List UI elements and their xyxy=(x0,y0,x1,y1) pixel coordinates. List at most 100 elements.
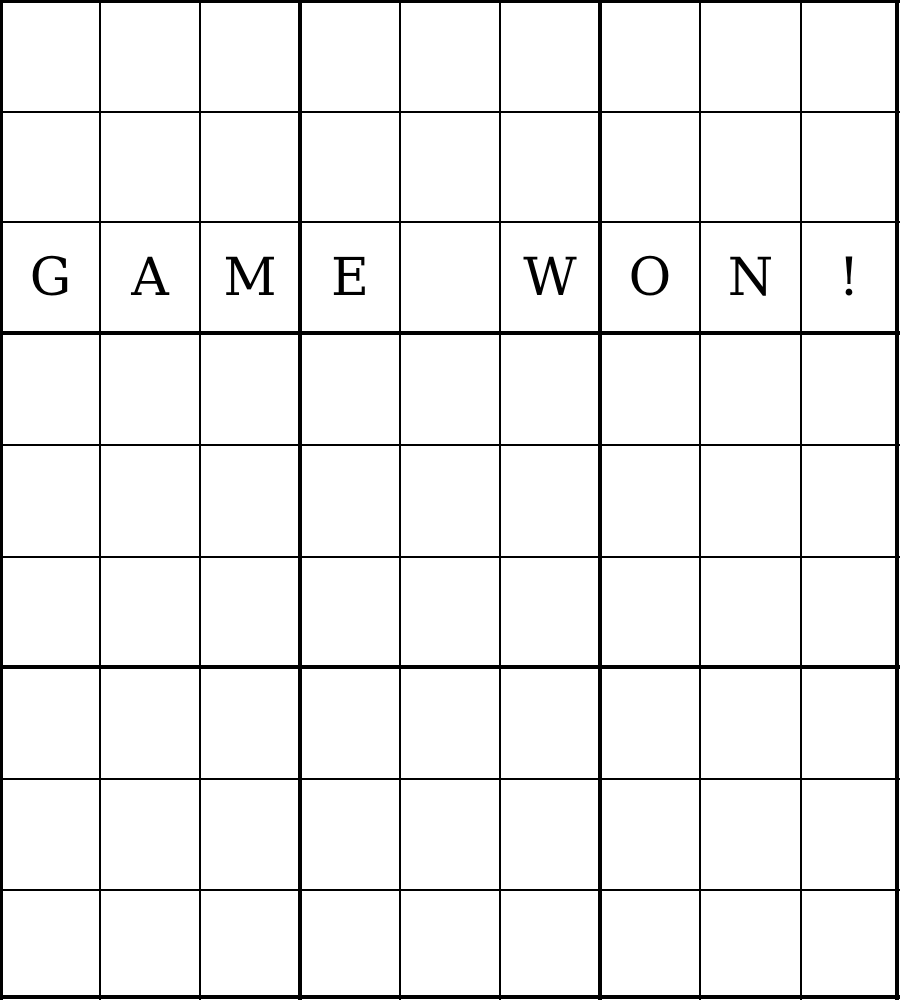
cell-r9c3[interactable] xyxy=(200,890,300,997)
box-divider-horizontal xyxy=(0,331,900,335)
cell-r5c7[interactable] xyxy=(600,445,700,557)
cell-r6c8[interactable] xyxy=(700,557,801,667)
cell-r4c8[interactable] xyxy=(700,333,801,445)
cell-r2c3[interactable] xyxy=(200,112,300,222)
cell-r9c1[interactable] xyxy=(1,890,100,997)
cell-r8c9[interactable] xyxy=(801,779,897,890)
cell-r6c1[interactable] xyxy=(1,557,100,667)
cell-divider-horizontal xyxy=(0,889,900,891)
cell-r5c1[interactable] xyxy=(1,445,100,557)
sudoku-board: G A M E W O N! xyxy=(0,0,900,1000)
cell-r3c9[interactable]: ! xyxy=(801,222,897,333)
cell-r4c7[interactable] xyxy=(600,333,700,445)
cell-r9c4[interactable] xyxy=(300,890,400,997)
cell-divider-vertical xyxy=(699,0,701,1000)
cell-r9c7[interactable] xyxy=(600,890,700,997)
cell-r2c9[interactable] xyxy=(801,112,897,222)
cell-r7c6[interactable] xyxy=(500,667,600,779)
cell-r5c6[interactable] xyxy=(500,445,600,557)
cell-r5c3[interactable] xyxy=(200,445,300,557)
cell-r9c8[interactable] xyxy=(700,890,801,997)
cell-r8c8[interactable] xyxy=(700,779,801,890)
cell-r7c4[interactable] xyxy=(300,667,400,779)
cell-r9c2[interactable] xyxy=(100,890,200,997)
cell-r7c3[interactable] xyxy=(200,667,300,779)
cell-r8c3[interactable] xyxy=(200,779,300,890)
cell-r7c9[interactable] xyxy=(801,667,897,779)
cell-r1c5[interactable] xyxy=(400,1,500,112)
cell-r7c7[interactable] xyxy=(600,667,700,779)
cell-r1c8[interactable] xyxy=(700,1,801,112)
cell-r6c2[interactable] xyxy=(100,557,200,667)
cell-r4c6[interactable] xyxy=(500,333,600,445)
cell-r2c1[interactable] xyxy=(1,112,100,222)
cell-r1c3[interactable] xyxy=(200,1,300,112)
box-divider-vertical xyxy=(0,0,3,1000)
cell-r4c1[interactable] xyxy=(1,333,100,445)
cell-r7c8[interactable] xyxy=(700,667,801,779)
cell-divider-vertical xyxy=(800,0,802,1000)
cell-r6c5[interactable] xyxy=(400,557,500,667)
cell-r6c4[interactable] xyxy=(300,557,400,667)
cell-r7c1[interactable] xyxy=(1,667,100,779)
cell-r8c6[interactable] xyxy=(500,779,600,890)
cell-r2c7[interactable] xyxy=(600,112,700,222)
cell-r2c8[interactable] xyxy=(700,112,801,222)
cell-r1c7[interactable] xyxy=(600,1,700,112)
cell-r6c7[interactable] xyxy=(600,557,700,667)
cell-r5c2[interactable] xyxy=(100,445,200,557)
box-divider-vertical xyxy=(598,0,602,1000)
cell-r1c4[interactable] xyxy=(300,1,400,112)
cell-divider-vertical xyxy=(199,0,201,1000)
cell-r3c3[interactable]: M xyxy=(200,222,300,333)
cell-r4c2[interactable] xyxy=(100,333,200,445)
box-divider-horizontal xyxy=(0,0,900,3)
cell-r8c7[interactable] xyxy=(600,779,700,890)
cell-r5c9[interactable] xyxy=(801,445,897,557)
cell-r4c9[interactable] xyxy=(801,333,897,445)
cell-r8c2[interactable] xyxy=(100,779,200,890)
cell-r5c5[interactable] xyxy=(400,445,500,557)
cell-r2c4[interactable] xyxy=(300,112,400,222)
box-divider-vertical xyxy=(895,0,899,1000)
cell-r7c2[interactable] xyxy=(100,667,200,779)
cell-r8c1[interactable] xyxy=(1,779,100,890)
cell-r5c4[interactable] xyxy=(300,445,400,557)
cell-r3c5[interactable] xyxy=(400,222,500,333)
cell-divider-vertical xyxy=(499,0,501,1000)
cell-r2c2[interactable] xyxy=(100,112,200,222)
cell-r8c5[interactable] xyxy=(400,779,500,890)
cell-r5c8[interactable] xyxy=(700,445,801,557)
cell-divider-horizontal xyxy=(0,556,900,558)
cell-r1c9[interactable] xyxy=(801,1,897,112)
cell-r4c4[interactable] xyxy=(300,333,400,445)
cell-r4c5[interactable] xyxy=(400,333,500,445)
cell-r1c1[interactable] xyxy=(1,1,100,112)
cell-r9c6[interactable] xyxy=(500,890,600,997)
cell-divider-horizontal xyxy=(0,778,900,780)
cell-r9c9[interactable] xyxy=(801,890,897,997)
cell-r6c9[interactable] xyxy=(801,557,897,667)
cell-r2c6[interactable] xyxy=(500,112,600,222)
cell-r6c3[interactable] xyxy=(200,557,300,667)
cell-r3c7[interactable]: O xyxy=(600,222,700,333)
cell-r3c6[interactable]: W xyxy=(500,222,600,333)
cell-r3c1[interactable]: G xyxy=(1,222,100,333)
cell-divider-vertical xyxy=(399,0,401,1000)
cell-r6c6[interactable] xyxy=(500,557,600,667)
cell-divider-horizontal xyxy=(0,221,900,223)
cell-divider-horizontal xyxy=(0,111,900,113)
cell-r3c4[interactable]: E xyxy=(300,222,400,333)
box-divider-horizontal xyxy=(0,665,900,669)
cell-r1c2[interactable] xyxy=(100,1,200,112)
cell-r2c5[interactable] xyxy=(400,112,500,222)
cell-r3c8[interactable]: N xyxy=(700,222,801,333)
cell-r4c3[interactable] xyxy=(200,333,300,445)
box-divider-horizontal xyxy=(0,995,900,999)
cell-divider-vertical xyxy=(99,0,101,1000)
cell-r3c2[interactable]: A xyxy=(100,222,200,333)
cell-r9c5[interactable] xyxy=(400,890,500,997)
cell-r8c4[interactable] xyxy=(300,779,400,890)
cell-r1c6[interactable] xyxy=(500,1,600,112)
cell-r7c5[interactable] xyxy=(400,667,500,779)
